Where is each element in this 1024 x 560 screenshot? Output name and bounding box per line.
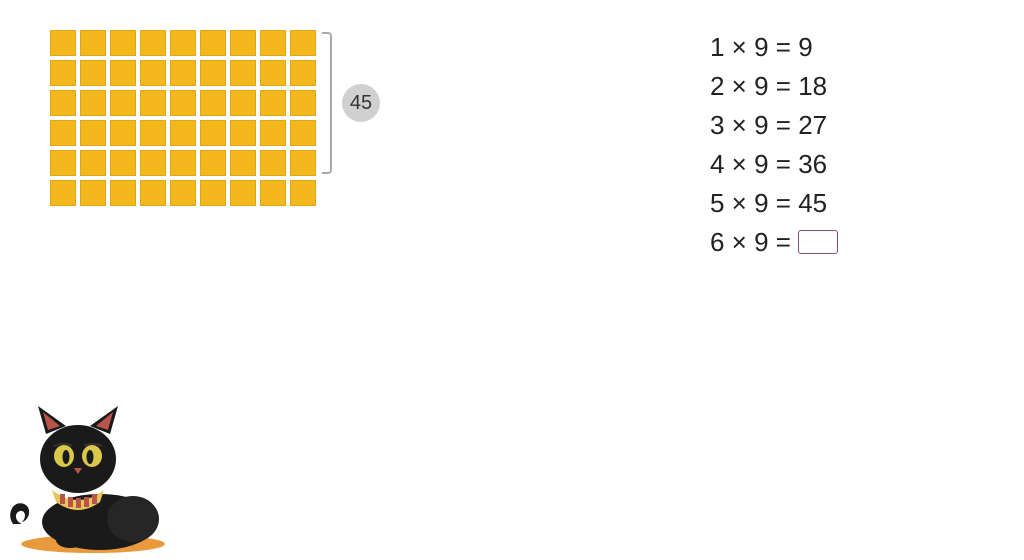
grid-square	[110, 180, 136, 206]
grid-square	[50, 150, 76, 176]
grid-square	[200, 90, 226, 116]
grid-square	[140, 180, 166, 206]
grid-square	[200, 150, 226, 176]
equation-rhs: 27	[798, 110, 827, 140]
grid-square	[140, 90, 166, 116]
grid-square	[140, 30, 166, 56]
grid-square	[110, 60, 136, 86]
grid-square	[50, 120, 76, 146]
grid-square	[260, 180, 286, 206]
grid-square	[200, 30, 226, 56]
grid-square	[110, 150, 136, 176]
grid-square	[110, 90, 136, 116]
equation-row: 4 × 9 = 36	[710, 145, 838, 184]
grid-square	[230, 30, 256, 56]
grid-square	[140, 120, 166, 146]
grid-square	[80, 120, 106, 146]
grid-square	[230, 150, 256, 176]
equation-lhs: 4 × 9 =	[710, 149, 791, 179]
square-grid	[50, 30, 316, 206]
grid-square	[170, 30, 196, 56]
grid-square	[80, 60, 106, 86]
grid-square	[50, 60, 76, 86]
grid-square	[50, 30, 76, 56]
grid-square	[170, 150, 196, 176]
grid-square	[260, 150, 286, 176]
grid-square	[50, 90, 76, 116]
grid-square	[80, 30, 106, 56]
grid-square	[260, 60, 286, 86]
grid-square	[170, 120, 196, 146]
grid-square	[170, 90, 196, 116]
cat-mascot-icon	[8, 404, 178, 554]
count-badge: 45	[342, 84, 380, 122]
equation-row: 1 × 9 = 9	[710, 28, 838, 67]
grid-square	[290, 90, 316, 116]
grid-square	[260, 120, 286, 146]
equation-lhs: 5 × 9 =	[710, 188, 791, 218]
equation-rhs: 18	[798, 71, 827, 101]
grid-square	[230, 90, 256, 116]
grid-square	[290, 30, 316, 56]
array-model: 45	[50, 30, 380, 206]
answer-input[interactable]	[798, 230, 838, 254]
grid-square	[260, 30, 286, 56]
grid-square	[110, 30, 136, 56]
grid-bracket	[322, 32, 332, 174]
grid-square	[170, 60, 196, 86]
equation-rhs: 45	[798, 188, 827, 218]
equation-row: 6 × 9 =	[710, 223, 838, 262]
grid-square	[80, 180, 106, 206]
grid-square	[50, 180, 76, 206]
grid-square	[80, 90, 106, 116]
grid-square	[140, 60, 166, 86]
grid-square	[80, 150, 106, 176]
grid-square	[170, 180, 196, 206]
grid-square	[230, 120, 256, 146]
grid-square	[140, 150, 166, 176]
grid-square	[260, 90, 286, 116]
equation-lhs: 1 × 9 =	[710, 32, 791, 62]
equation-lhs: 6 × 9 =	[710, 227, 791, 257]
grid-square	[290, 60, 316, 86]
grid-square	[200, 120, 226, 146]
equation-row: 3 × 9 = 27	[710, 106, 838, 145]
equation-rhs: 36	[798, 149, 827, 179]
grid-square	[290, 120, 316, 146]
equation-lhs: 3 × 9 =	[710, 110, 791, 140]
grid-square	[290, 150, 316, 176]
equation-row: 2 × 9 = 18	[710, 67, 838, 106]
equation-list: 1 × 9 = 92 × 9 = 183 × 9 = 274 × 9 = 365…	[710, 28, 838, 262]
equation-rhs: 9	[798, 32, 812, 62]
grid-square	[200, 180, 226, 206]
grid-square	[230, 60, 256, 86]
grid-square	[110, 120, 136, 146]
grid-square	[230, 180, 256, 206]
equation-lhs: 2 × 9 =	[710, 71, 791, 101]
grid-square	[290, 180, 316, 206]
grid-square	[200, 60, 226, 86]
equation-row: 5 × 9 = 45	[710, 184, 838, 223]
